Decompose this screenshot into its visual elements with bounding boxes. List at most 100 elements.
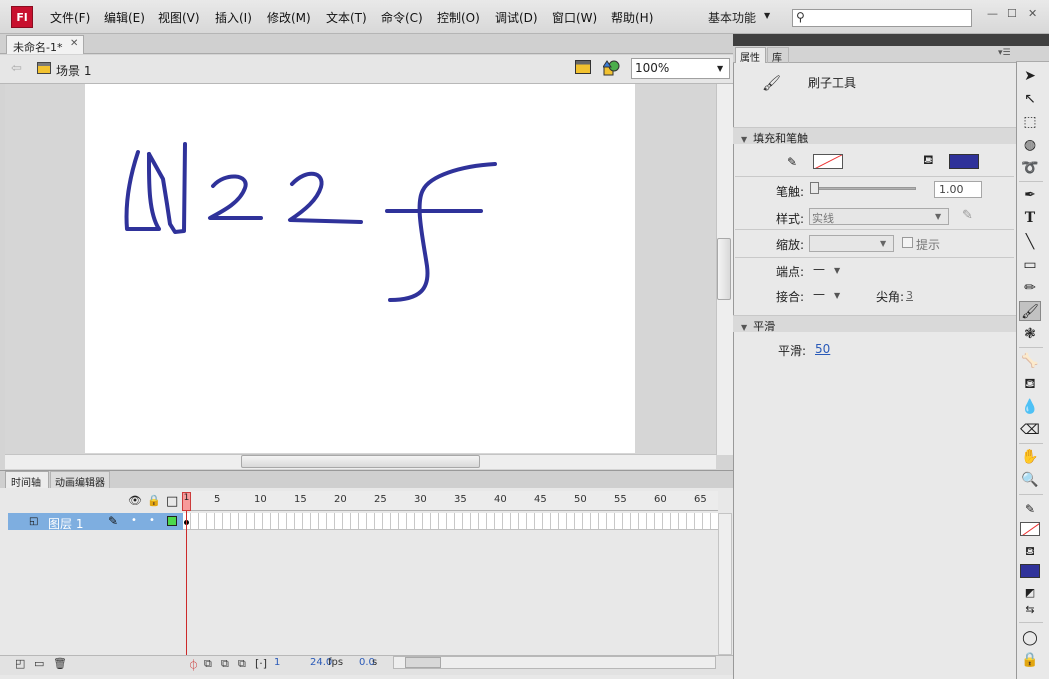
pencil-tool-icon[interactable]: ✏ bbox=[1019, 278, 1041, 298]
pen-tool-icon[interactable]: ✒ bbox=[1019, 185, 1041, 205]
eyedropper-tool-icon[interactable]: 💧 bbox=[1019, 397, 1041, 417]
menu-modify[interactable]: 修改(M) bbox=[267, 9, 311, 26]
hint-checkbox[interactable] bbox=[902, 237, 913, 248]
scene-label[interactable]: 场景 1 bbox=[56, 62, 91, 79]
stage-canvas[interactable] bbox=[85, 84, 635, 453]
stage-vscroll-thumb[interactable] bbox=[717, 238, 731, 300]
menu-control[interactable]: 控制(O) bbox=[437, 9, 480, 26]
menu-view[interactable]: 视图(V) bbox=[158, 9, 200, 26]
onion-outline-icon[interactable]: ⧉ bbox=[221, 657, 229, 671]
selection-tool-icon[interactable]: ➤ bbox=[1019, 66, 1041, 86]
line-tool-icon[interactable]: ╲ bbox=[1019, 232, 1041, 252]
object-drawing-icon[interactable]: ◯ bbox=[1019, 628, 1041, 648]
maximize-icon[interactable]: ☐ bbox=[1007, 7, 1017, 20]
tab-timeline[interactable]: 时间轴 bbox=[5, 471, 49, 489]
edit-multiple-frames-icon[interactable]: ⧉ bbox=[238, 657, 246, 671]
menu-text[interactable]: 文本(T) bbox=[326, 9, 367, 26]
new-folder-icon[interactable]: ▭ bbox=[34, 657, 44, 670]
menu-help[interactable]: 帮助(H) bbox=[611, 9, 653, 26]
back-arrow-icon[interactable]: ⇦ bbox=[11, 61, 22, 76]
cap-select[interactable]: — bbox=[813, 262, 825, 276]
lasso-tool-icon[interactable]: ➰ bbox=[1019, 158, 1041, 178]
stroke-width-slider[interactable] bbox=[810, 187, 916, 190]
chevron-down-icon[interactable]: ▼ bbox=[834, 291, 840, 300]
lock-icon[interactable]: 🔒 bbox=[147, 494, 161, 507]
lock-fill-icon[interactable]: 🔒 bbox=[1019, 650, 1041, 670]
onion-markers-icon[interactable]: [·] bbox=[255, 657, 267, 670]
eye-icon[interactable]: 👁 bbox=[128, 494, 142, 507]
stroke-color-chip[interactable] bbox=[1020, 522, 1040, 536]
layer-name[interactable]: 图层 1 bbox=[48, 515, 83, 532]
section-fill-stroke[interactable]: ▼ 填充和笔触 bbox=[733, 127, 1016, 145]
stage-hscroll-thumb[interactable] bbox=[241, 455, 480, 468]
fill-color-chip[interactable] bbox=[1020, 564, 1040, 578]
panel-collapse-bar[interactable] bbox=[1016, 34, 1049, 46]
menu-insert[interactable]: 插入(I) bbox=[215, 9, 252, 26]
onion-skin-icon[interactable]: ⧉ bbox=[204, 657, 212, 671]
eraser-tool-icon[interactable]: ⌫ bbox=[1019, 420, 1041, 440]
section-smooth[interactable]: ▼ 平滑 bbox=[733, 315, 1016, 333]
frame-cells[interactable] bbox=[183, 513, 718, 530]
deco-tool-icon[interactable]: ❃ bbox=[1019, 324, 1041, 344]
stroke-color-swatch[interactable] bbox=[813, 154, 843, 169]
playhead[interactable]: 1 bbox=[182, 492, 191, 511]
timeline-horizontal-scrollbar[interactable] bbox=[393, 656, 716, 669]
current-frame[interactable]: 1 bbox=[274, 657, 280, 668]
free-transform-tool-icon[interactable]: ⬚ bbox=[1019, 112, 1041, 132]
stroke-width-input[interactable]: 1.00 bbox=[934, 181, 982, 198]
menu-window[interactable]: 窗口(W) bbox=[552, 9, 597, 26]
center-frame-icon[interactable]: ⏀ bbox=[188, 657, 199, 673]
miter-input[interactable]: 3 bbox=[906, 289, 913, 302]
edit-stroke-style-icon[interactable]: ✎ bbox=[962, 208, 973, 223]
timeline-vertical-scrollbar[interactable] bbox=[718, 513, 732, 655]
join-select[interactable]: — bbox=[813, 287, 825, 301]
lock-toggle[interactable]: • bbox=[149, 515, 155, 526]
chevron-down-icon[interactable]: ▼ bbox=[935, 212, 941, 221]
timeline-hscroll-thumb[interactable] bbox=[405, 657, 441, 668]
collapse-icon[interactable]: ▼ bbox=[741, 135, 747, 144]
swap-colors-icon[interactable]: ⇆ bbox=[1019, 600, 1041, 620]
chevron-down-icon[interactable]: ▼ bbox=[764, 11, 770, 20]
visibility-toggle[interactable]: • bbox=[131, 515, 137, 526]
zoom-tool-icon[interactable]: 🔍 bbox=[1019, 470, 1041, 490]
edit-scene-icon[interactable] bbox=[575, 60, 591, 74]
tab-motion-editor[interactable]: 动画编辑器 bbox=[50, 471, 110, 489]
paint-bucket-tool-icon[interactable]: ⛾ bbox=[1019, 374, 1041, 394]
close-icon[interactable]: ✕ bbox=[1028, 7, 1037, 20]
outline-color-swatch[interactable] bbox=[167, 516, 177, 526]
menu-commands[interactable]: 命令(C) bbox=[381, 9, 423, 26]
collapse-icon[interactable]: ▼ bbox=[741, 323, 747, 332]
subselection-tool-icon[interactable]: ↖ bbox=[1019, 89, 1041, 109]
brush-tool-icon[interactable]: 🖌 bbox=[1019, 301, 1041, 321]
menu-debug[interactable]: 调试(D) bbox=[495, 9, 538, 26]
bone-tool-icon[interactable]: 🦴 bbox=[1019, 351, 1041, 371]
hand-tool-icon[interactable]: ✋ bbox=[1019, 447, 1041, 467]
tab-library[interactable]: 库 bbox=[767, 47, 789, 64]
new-layer-icon[interactable]: ◰ bbox=[15, 657, 25, 670]
close-tab-icon[interactable]: ✕ bbox=[70, 38, 78, 49]
minimize-icon[interactable]: — bbox=[987, 7, 998, 20]
smooth-input[interactable]: 50 bbox=[815, 342, 830, 356]
panel-menu-icon[interactable]: ▾☰ bbox=[998, 48, 1011, 58]
panel-collapse-bar[interactable] bbox=[733, 34, 1016, 46]
chevron-down-icon[interactable]: ▼ bbox=[834, 266, 840, 275]
workspace-switcher[interactable]: 基本功能 bbox=[708, 9, 756, 26]
stroke-color-pencil-icon: ✎ bbox=[1024, 502, 1036, 516]
edit-symbols-icon[interactable] bbox=[603, 60, 621, 76]
rectangle-tool-icon[interactable]: ▭ bbox=[1019, 255, 1041, 275]
menu-edit[interactable]: 编辑(E) bbox=[104, 9, 145, 26]
search-input[interactable] bbox=[792, 9, 972, 27]
3d-rotation-tool-icon[interactable]: ◍ bbox=[1019, 135, 1041, 155]
stroke-width-knob[interactable] bbox=[810, 182, 819, 194]
outline-icon[interactable]: □ bbox=[166, 494, 178, 509]
fill-color-swatch[interactable] bbox=[949, 154, 979, 169]
section-title: 填充和笔触 bbox=[753, 132, 809, 145]
delete-icon[interactable]: 🗑 bbox=[53, 657, 67, 670]
zoom-select[interactable]: 100% bbox=[631, 58, 730, 79]
chevron-down-icon[interactable]: ▼ bbox=[880, 239, 886, 248]
stroke-style-select[interactable]: 实线 bbox=[809, 208, 949, 225]
chevron-down-icon[interactable]: ▼ bbox=[717, 64, 723, 73]
menu-file[interactable]: 文件(F) bbox=[50, 9, 90, 26]
text-tool-icon[interactable]: T bbox=[1019, 208, 1041, 228]
tab-properties[interactable]: 属性 bbox=[735, 47, 766, 64]
